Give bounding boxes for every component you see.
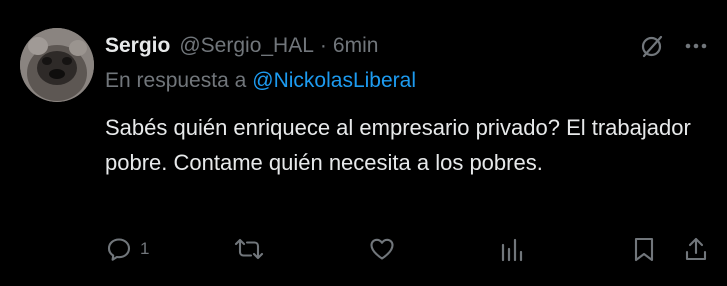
heart-icon (370, 238, 394, 260)
views-bar-chart-icon (501, 238, 523, 262)
reply-count: 1 (140, 239, 150, 258)
avatar-image (20, 28, 94, 102)
reply-icon (107, 238, 131, 261)
avatar[interactable] (20, 28, 94, 102)
author-name[interactable]: Sergio (105, 34, 170, 58)
bookmark-icon (634, 237, 654, 262)
share-button[interactable] (683, 233, 709, 265)
tweet-header: Sergio @Sergio_HAL · 6min (105, 31, 378, 61)
retweet-icon (234, 238, 264, 260)
bookmark-button[interactable] (632, 233, 656, 265)
reply-mention-link[interactable]: @NickolasLiberal (252, 69, 416, 92)
more-horizontal-icon[interactable] (683, 33, 709, 59)
timestamp[interactable]: 6min (333, 34, 379, 58)
tweet-action-bar: 1 (105, 233, 710, 265)
slashed-circle-icon[interactable] (639, 33, 665, 59)
views-button[interactable] (500, 233, 524, 265)
retweet-button[interactable] (232, 233, 266, 265)
share-icon (685, 237, 707, 261)
reply-prefix: En respuesta a (105, 69, 247, 92)
tweet-text: Sabés quién enriquece al empresario priv… (105, 115, 691, 175)
reply-button[interactable]: 1 (105, 233, 149, 265)
tweet-card[interactable]: Sergio @Sergio_HAL · 6min En respuesta a… (0, 0, 727, 286)
tweet-top-actions (639, 30, 709, 62)
separator-dot: · (319, 34, 327, 57)
like-button[interactable] (368, 233, 396, 265)
reply-context: En respuesta a @NickolasLiberal (105, 69, 416, 93)
author-handle[interactable]: @Sergio_HAL (179, 34, 314, 58)
